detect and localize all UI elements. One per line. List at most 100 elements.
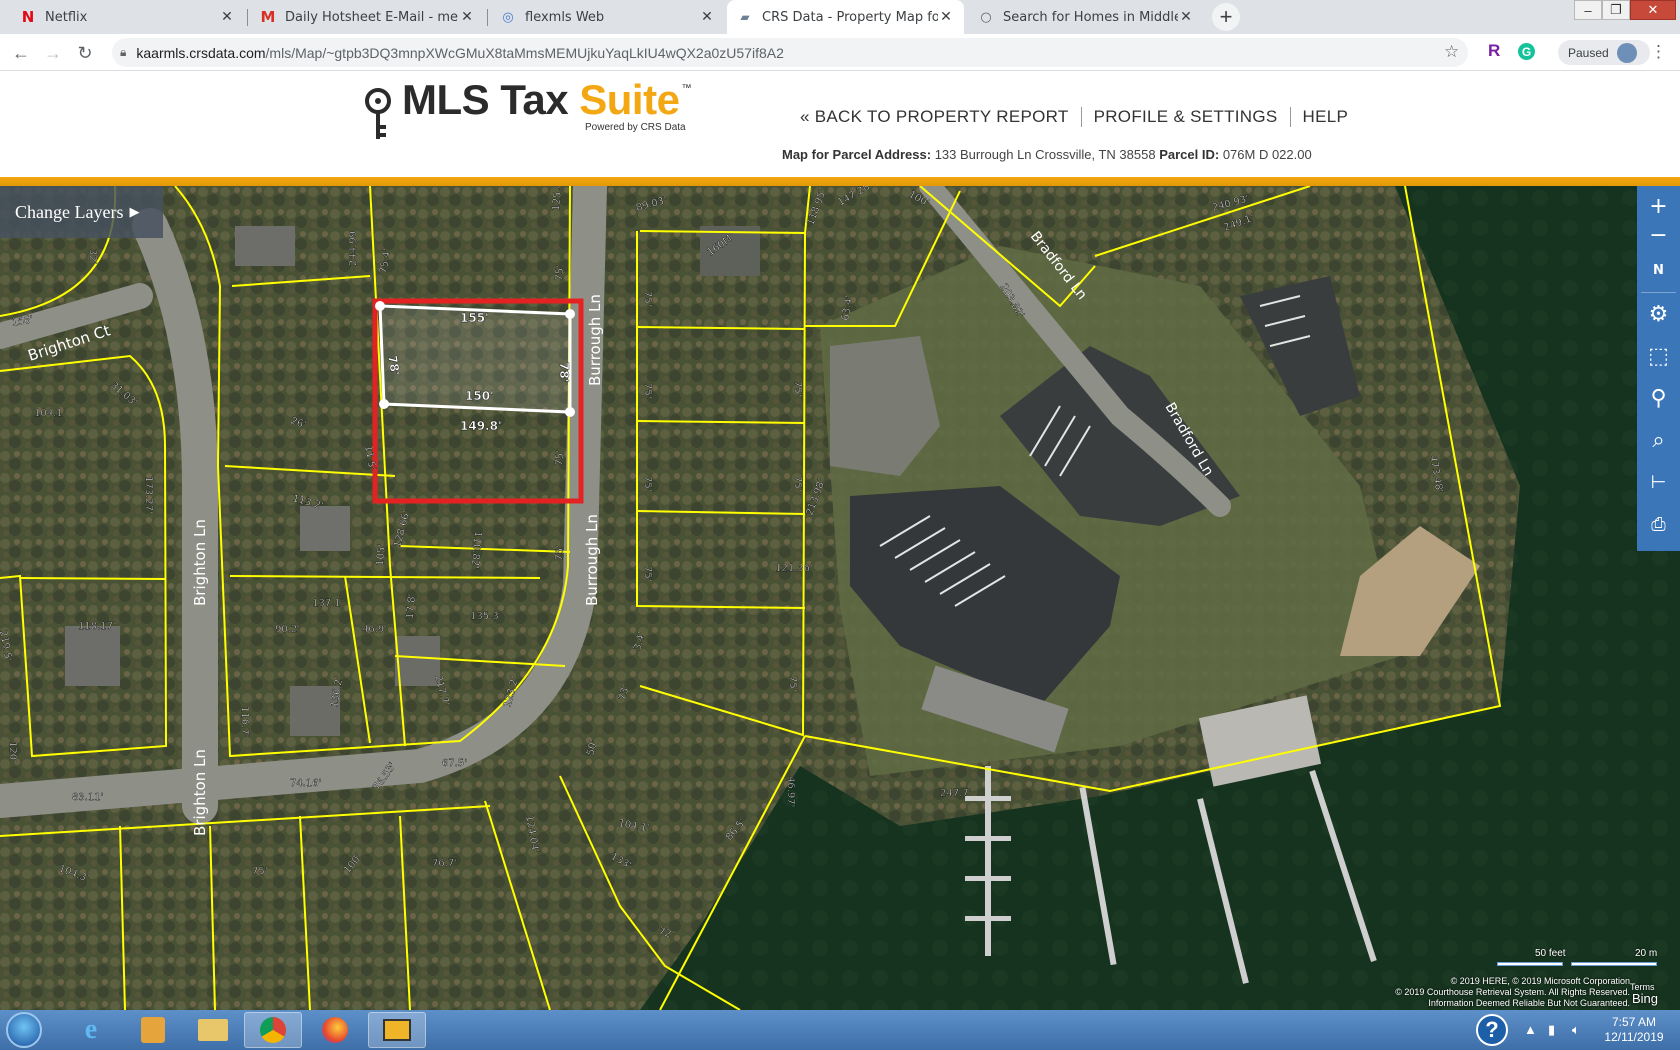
map-pin-icon[interactable]: ⚲ (1637, 378, 1680, 418)
internet-explorer-icon[interactable]: e (62, 1012, 120, 1048)
reload-icon[interactable]: ↻ (72, 40, 98, 66)
dimension-label: 173.27' (143, 476, 154, 514)
tab-title: Daily Hotsheet E-Mail - melissaih (285, 9, 459, 25)
site-header: MLS Tax Suite ™ Powered by CRS Data « BA… (0, 71, 1680, 178)
dimension-label: 17.8' (405, 593, 418, 619)
street-label: Brighton Ln (191, 749, 209, 836)
dimension-label: 75' (554, 450, 566, 466)
media-player-icon[interactable] (124, 1012, 182, 1048)
dimension-label: 67.5' (442, 758, 467, 769)
dimension-label: 150' (465, 389, 494, 403)
tab-title: flexmls Web (525, 9, 605, 25)
scale-bar-feet (1497, 962, 1563, 966)
profile-paused-button[interactable]: Paused (1558, 40, 1650, 65)
firefox-icon[interactable] (306, 1012, 364, 1048)
clock-time: 7:57 AM (1611, 1015, 1657, 1029)
change-layers-button[interactable]: Change Layers ▶ (0, 186, 163, 238)
copyright-line: © 2019 Courthouse Retrieval System. All … (1395, 987, 1630, 997)
close-tab-icon[interactable]: ✕ (1178, 9, 1194, 25)
compass-n-label: N (1653, 262, 1664, 278)
dimension-label: 75' (642, 566, 653, 581)
dimension-label: 149.8' (460, 419, 502, 433)
dimension-label: 75' (642, 476, 653, 491)
zoom-out-button[interactable]: − (1637, 220, 1680, 250)
new-tab-button[interactable]: + (1212, 3, 1240, 31)
street-label: Brighton Ln (191, 519, 209, 606)
change-layers-label: Change Layers (15, 201, 124, 222)
close-tab-icon[interactable]: ✕ (219, 9, 235, 25)
dimension-label: 121.36' (775, 563, 813, 574)
tab-title: Netflix (45, 9, 88, 25)
address-bar-row: ← → ↻ 🔒︎ kaarmls.crsdata.com/mls/Map/~gt… (0, 34, 1680, 71)
back-icon[interactable]: ← (8, 40, 34, 66)
chrome-icon[interactable] (244, 1012, 302, 1048)
nav-divider (1080, 107, 1082, 127)
presentation-icon[interactable] (368, 1012, 426, 1048)
extension-r-icon[interactable]: R (1488, 41, 1500, 61)
back-to-report-link[interactable]: « BACK TO PROPERTY REPORT (800, 107, 1069, 127)
close-tab-icon[interactable]: ✕ (938, 9, 954, 25)
taskbar-clock[interactable]: 7:57 AM 12/11/2019 (1594, 1015, 1674, 1045)
dimension-label: 46.97' (785, 776, 796, 807)
tab-search-homes[interactable]: ○ Search for Homes in Middle TN | ✕ (968, 0, 1204, 34)
help-icon[interactable]: ? (1476, 1014, 1508, 1046)
windows-start-icon[interactable] (6, 1012, 42, 1048)
dimension-label: 75' (792, 476, 803, 491)
tab-crs-data[interactable]: ▰ CRS Data - Property Map for 133 ✕ (727, 0, 964, 34)
network-icon[interactable]: ▮ (1548, 1022, 1555, 1038)
logo-main: MLS Tax (402, 76, 580, 123)
bookmark-star-icon[interactable]: ☆ (1444, 42, 1459, 62)
help-link[interactable]: HELP (1303, 107, 1349, 127)
lock-icon: 🔒︎ (120, 45, 127, 59)
nav-divider (1289, 107, 1291, 127)
file-explorer-icon[interactable] (184, 1012, 242, 1048)
tab-flexmls[interactable]: ◎ flexmls Web ✕ (490, 0, 725, 34)
restore-button[interactable]: ❐ (1602, 0, 1630, 20)
url-field[interactable]: 🔒︎ kaarmls.crsdata.com/mls/Map/~gtpb3DQ3… (112, 38, 1468, 67)
street-label: Burrough Ln (583, 514, 601, 606)
ruler-icon[interactable]: ⊢ (1637, 462, 1680, 502)
dimension-label: 32' (87, 249, 98, 264)
copyright-line: © 2019 HERE, © 2019 Microsoft Corporatio… (1450, 976, 1630, 986)
close-tab-icon[interactable]: ✕ (459, 9, 475, 25)
toolbar-divider (1641, 292, 1676, 293)
print-icon[interactable]: ⎙ (1637, 504, 1680, 544)
logo-subtitle: Powered by CRS Data (585, 122, 686, 133)
tab-gmail[interactable]: M Daily Hotsheet E-Mail - melissaih ✕ (250, 0, 485, 34)
forward-icon[interactable]: → (40, 40, 66, 66)
dimension-label: 247.7' (940, 788, 971, 799)
copyright-line: Information Deemed Reliable But Not Guar… (1428, 998, 1630, 1008)
parcel-map[interactable]: Brighton Ct Brighton Ln Brighton Ln Burroug… (0, 186, 1680, 1010)
dimension-label: 75' (554, 265, 566, 281)
tray-expand-icon[interactable]: ▲ (1524, 1022, 1537, 1037)
tab-title: CRS Data - Property Map for 133 (762, 9, 938, 25)
scale-feet-label: 50 feet (1535, 948, 1566, 959)
parcel-address-label: Map for Parcel Address: (782, 147, 932, 162)
tab-divider (247, 9, 248, 26)
dimension-label: 244.99 (348, 231, 359, 266)
close-window-button[interactable]: ✕ (1630, 0, 1676, 20)
url-host: kaarmls.crsdata.com (136, 44, 266, 61)
clock-date: 12/11/2019 (1604, 1030, 1664, 1044)
header-accent-rule (0, 177, 1680, 186)
browser-menu-icon[interactable]: ⋮ (1650, 42, 1667, 62)
house (65, 626, 120, 686)
avatar (1616, 42, 1637, 63)
gear-icon[interactable]: ⚙ (1637, 294, 1680, 334)
compass-button[interactable]: N (1637, 250, 1680, 290)
crs-icon: ▰ (740, 10, 750, 24)
logo-trademark: ™ (681, 83, 692, 94)
profile-settings-link[interactable]: PROFILE & SETTINGS (1094, 107, 1278, 127)
tab-netflix[interactable]: N Netflix ✕ (10, 0, 245, 34)
map-canvas[interactable]: Brighton CtBrighton LnBrighton LnBurroug… (0, 186, 1680, 1010)
bing-label: Bing (1632, 991, 1659, 1006)
search-icon[interactable]: ⌕ (1637, 420, 1680, 460)
parcel-id-label: Parcel ID: (1159, 147, 1220, 162)
minimize-button[interactable]: – (1574, 0, 1602, 20)
close-tab-icon[interactable]: ✕ (699, 9, 715, 25)
grammarly-icon[interactable]: G (1518, 43, 1535, 60)
select-area-icon[interactable]: ⬚ (1637, 336, 1680, 376)
scale-bar-meters (1571, 962, 1657, 966)
flexmls-icon: ◎ (502, 9, 514, 25)
volume-icon[interactable]: 🔈︎ (1572, 1022, 1580, 1038)
